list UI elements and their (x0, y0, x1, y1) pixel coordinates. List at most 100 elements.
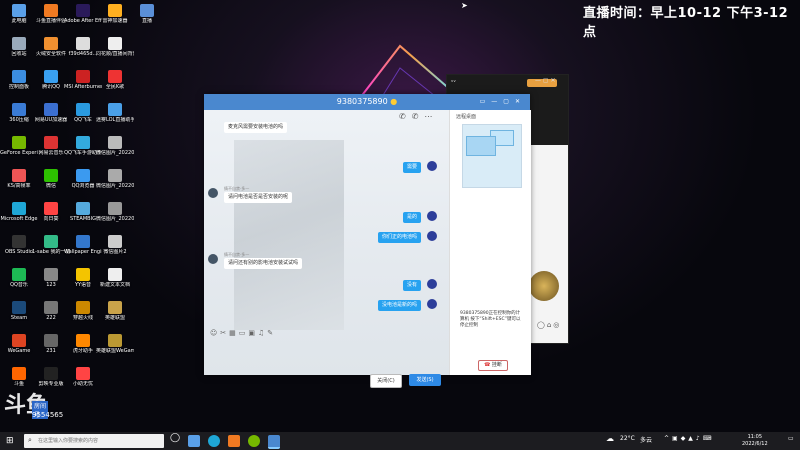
chat-message-area[interactable]: ✆✆⋯ 麦克风需要安装电池的吗 需要 情不自禁·多一 请问电池是否是否安装的呢 是的 你们… (204, 110, 449, 388)
qq-icon[interactable] (268, 435, 280, 449)
app-icon (12, 367, 26, 380)
app-icon (108, 136, 122, 149)
app-icon (108, 70, 122, 83)
app-icon (12, 301, 26, 314)
remote-desktop-panel: 远程桌面 9380375890正在控制你的计算机 按下“Shift+ESC”键可… (449, 110, 531, 375)
app-icon (76, 70, 90, 83)
app-icon (12, 103, 26, 116)
app-icon (140, 4, 154, 17)
desktop-icon[interactable]: 直播 (128, 4, 166, 24)
desktop-icon[interactable]: 微信图片2 (96, 235, 134, 255)
outgoing-message: 没有 (402, 280, 421, 291)
call-icons[interactable]: ✆✆⋯ (399, 112, 449, 121)
desktop-icon-label: 微信图片_2022051... (96, 150, 134, 156)
app-icon[interactable] (248, 435, 260, 447)
qq-chat-window: 9380375890 ● ▭—▢✕ ✆✆⋯ 麦克风需要安装电池的吗 需要 情不自禁·… (204, 94, 531, 388)
desktop-icon[interactable]: 新建文本文档 (96, 268, 134, 288)
close-button[interactable]: 关闭(C) (370, 374, 402, 388)
my-avatar[interactable] (427, 161, 437, 171)
send-button[interactable]: 发送(S) (409, 374, 441, 386)
bottom-tools-icon[interactable]: ◯⌂◎ (537, 321, 561, 329)
my-avatar[interactable] (427, 231, 437, 241)
chat-background-photo (234, 140, 344, 330)
search-icon: ⌕ (28, 436, 32, 444)
desktop-icon[interactable]: 英雄联盟WeGame版 (96, 334, 134, 354)
app-icon (108, 37, 122, 50)
tray-icons[interactable]: ^▣◆▲♪⌨ (664, 435, 714, 442)
desktop-icon[interactable]: 同花顺/直播间背景 (96, 37, 134, 57)
desktop-icon[interactable]: 英雄联盟 (96, 301, 134, 321)
app-icon (12, 136, 26, 149)
taskbar-search[interactable]: ⌕ (24, 434, 164, 448)
app-icon (12, 334, 26, 347)
douyu-icon[interactable] (228, 435, 240, 447)
desktop-icon-label: 微信图片_2022060... (96, 216, 134, 222)
desktop-icon-label: 微信图片2 (103, 249, 127, 255)
weather-text[interactable]: 多云 (640, 435, 652, 444)
my-avatar[interactable] (427, 279, 437, 289)
incoming-message: 请问电池是否是否安装的呢 (224, 192, 293, 203)
app-icon (44, 103, 58, 116)
desktop-icon[interactable]: 小助无忧 (64, 367, 102, 387)
app-icon (108, 169, 122, 182)
app-icon (76, 367, 90, 380)
app-icon (12, 202, 26, 215)
taskbar-clock[interactable]: 11:05 2022/6/12 (742, 434, 768, 448)
desktop-icon-label: 微信图片_2022051... (96, 183, 134, 189)
desktop-icon[interactable]: 微信图片_2022051... (96, 169, 134, 189)
edge-icon[interactable] (208, 435, 220, 447)
app-icon (44, 235, 58, 248)
app-icon (108, 202, 122, 215)
notification-icon[interactable]: ▭ (788, 435, 794, 442)
app-icon (76, 37, 90, 50)
app-icon (76, 103, 90, 116)
back-icon[interactable]: ᵥᵥ (451, 77, 456, 84)
hangup-label: 挂断 (491, 362, 502, 368)
desktop-icon[interactable]: 微信图片_2022051... (96, 136, 134, 156)
incoming-message: 麦克风需要安装电池的吗 (224, 122, 288, 133)
phone-icon: ☎ (484, 362, 491, 368)
app-icon (44, 37, 58, 50)
task-view-icon[interactable]: ◯ (170, 433, 180, 443)
douyu-watermark: 斗鱼 房间号 9554565 (4, 387, 63, 419)
temperature[interactable]: 22°C (620, 435, 635, 442)
app-icon (108, 235, 122, 248)
chat-title-bar: 9380375890 ● ▭—▢✕ (204, 94, 530, 110)
desktop-icon[interactable]: 全民K歌 (96, 70, 134, 90)
clock-date: 2022/6/12 (742, 441, 768, 447)
app-icon (12, 37, 26, 50)
monitor-icon (466, 136, 496, 156)
windows-start-icon[interactable]: ⊞ (6, 436, 14, 446)
desktop-icon-label: 小助无忧 (72, 381, 93, 387)
app-icon (12, 4, 26, 17)
file-explorer-icon[interactable] (188, 435, 200, 447)
app-icon (108, 4, 122, 17)
input-toolbar-icons[interactable]: ☺✂▦▭▣♫✎ (210, 329, 334, 337)
app-icon (44, 202, 58, 215)
desktop-icon[interactable]: 迷雾LOL直播助手 (96, 103, 134, 123)
app-icon (108, 103, 122, 116)
contact-avatar[interactable] (208, 188, 218, 198)
app-icon (44, 268, 58, 281)
desktop-icon-label: 迷雾LOL直播助手 (96, 117, 134, 123)
app-icon (44, 70, 58, 83)
app-icon (76, 169, 90, 182)
app-icon (76, 4, 90, 17)
outgoing-message: 是的 (402, 212, 421, 223)
search-input[interactable] (38, 435, 158, 446)
hangup-button[interactable]: ☎ 挂断 (478, 360, 508, 371)
taskbar: ⊞ ⌕ ◯ ☁ 22°C 多云 ^▣◆▲♪⌨ 11:05 2022/6/12 ▭ (0, 432, 800, 450)
app-icon (44, 367, 58, 380)
desktop-icon-label: 同花顺/直播间背景 (96, 51, 134, 57)
app-icon (12, 70, 26, 83)
chat-title: 9380375890 (336, 97, 388, 106)
desktop-icon-label: 英雄联盟 (104, 315, 125, 321)
desktop-icon[interactable]: 微信图片_2022060... (96, 202, 134, 222)
app-icon (76, 301, 90, 314)
weather-icon: ☁ (606, 434, 614, 443)
window-buttons[interactable]: ▭—▢✕ (480, 94, 526, 110)
my-avatar[interactable] (427, 299, 437, 309)
window-controls-icon[interactable]: — ▢ ✕ (535, 77, 556, 84)
my-avatar[interactable] (427, 211, 437, 221)
contact-avatar[interactable] (208, 254, 218, 264)
